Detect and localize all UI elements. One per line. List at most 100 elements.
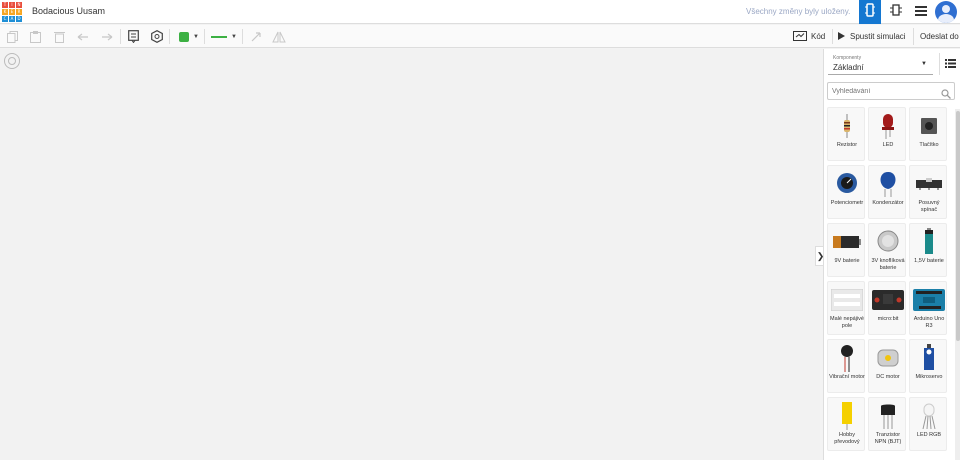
- wire-type-dropdown[interactable]: ▼: [209, 28, 239, 45]
- breadboard-icon: [828, 286, 866, 314]
- toolbar-separator: [242, 29, 243, 44]
- component-label: micro:bit: [877, 316, 899, 322]
- capacitor-icon: [869, 170, 907, 198]
- rotate-button[interactable]: [249, 28, 263, 45]
- component-label: Vibrační motor: [829, 374, 865, 380]
- component-category-caption: Komponenty: [833, 55, 862, 61]
- code-button[interactable]: Kód: [793, 28, 825, 45]
- chevron-down-icon: ▼: [193, 33, 199, 40]
- component-card-slide-switch[interactable]: Posuvný spínač: [909, 165, 947, 219]
- coin-battery-icon: [869, 228, 907, 256]
- flip-icon: [272, 31, 286, 43]
- logo-letter: E: [9, 9, 15, 15]
- component-card-potentiometer[interactable]: Potenciometr: [827, 165, 865, 219]
- component-card-npn-transistor[interactable]: Tranzistor NPN (BJT): [868, 397, 906, 451]
- component-list-button[interactable]: [910, 0, 932, 24]
- note-icon: [127, 30, 139, 43]
- user-avatar[interactable]: [935, 1, 957, 23]
- component-card-battery-aa[interactable]: 1,5V baterie: [909, 223, 947, 277]
- component-grid: Rezistor LED Tlačítko Potenciometr Kondenzát…: [827, 107, 951, 451]
- toolbar-separator: [204, 29, 205, 44]
- redo-icon: [101, 33, 113, 41]
- component-label: Tranzistor NPN (BJT): [874, 432, 902, 445]
- battery-aa-icon: [910, 228, 948, 256]
- component-card-arduino[interactable]: Arduino Uno R3: [909, 281, 947, 335]
- copy-button[interactable]: [5, 28, 19, 45]
- tinkercad-logo[interactable]: TIN KER CAD: [2, 2, 22, 22]
- logo-letter: C: [2, 16, 8, 22]
- delete-button[interactable]: [52, 28, 66, 45]
- flip-button[interactable]: [272, 28, 286, 45]
- component-card-dc-motor[interactable]: DC motor: [868, 339, 906, 393]
- top-bar: TIN KER CAD Bodacious Uusam Všechny změny …: [0, 0, 960, 24]
- paste-icon: [29, 30, 41, 43]
- component-card-microbit[interactable]: micro:bit: [868, 281, 906, 335]
- component-label: Kondenzátor: [872, 200, 904, 206]
- copy-icon: [6, 30, 18, 43]
- component-label: Arduino Uno R3: [913, 316, 945, 329]
- project-title[interactable]: Bodacious Uusam: [32, 6, 105, 16]
- undo-icon: [77, 33, 89, 41]
- component-card-rgb-led[interactable]: LED RGB: [909, 397, 947, 451]
- list-view-button[interactable]: [939, 53, 960, 75]
- search-input[interactable]: [832, 85, 932, 98]
- undo-button[interactable]: [76, 28, 90, 45]
- code-label: Kód: [811, 32, 826, 41]
- component-card-micro-servo[interactable]: Mikroservo: [909, 339, 947, 393]
- note-button[interactable]: [126, 28, 140, 45]
- circuit-view-button[interactable]: [859, 0, 881, 24]
- wire-color-swatch: [179, 31, 190, 42]
- workplane-canvas[interactable]: [0, 49, 820, 460]
- circuit-view-icon: [865, 2, 875, 22]
- notes-visibility-icon: [151, 30, 163, 43]
- toolbar-separator: [832, 29, 833, 44]
- component-label: Tlačítko: [919, 142, 939, 148]
- toolbar-separator: [120, 29, 121, 44]
- component-label: Posuvný spínač: [918, 200, 940, 213]
- npn-transistor-icon: [869, 402, 907, 430]
- fit-view-icon[interactable]: [4, 53, 20, 69]
- wire-color-dropdown[interactable]: ▼: [176, 28, 202, 45]
- component-category-select[interactable]: Komponenty Základní ▼: [828, 53, 933, 75]
- panel-scrollbar[interactable]: [955, 109, 960, 460]
- toolbar-separator: [169, 29, 170, 44]
- rotate-icon: [250, 31, 262, 43]
- component-label: Rezistor: [836, 142, 858, 148]
- schematic-view-button[interactable]: [885, 0, 907, 24]
- start-simulation-button[interactable]: Spustit simulaci: [838, 28, 906, 45]
- export-label: Odeslat do: [920, 32, 959, 41]
- component-card-coin-battery[interactable]: 3V knoflíková baterie: [868, 223, 906, 277]
- component-label: 1,5V baterie: [914, 258, 944, 264]
- component-card-led[interactable]: LED: [868, 107, 906, 161]
- play-icon: [838, 31, 845, 42]
- redo-button[interactable]: [100, 28, 114, 45]
- component-card-battery-9v[interactable]: 9V baterie: [827, 223, 865, 277]
- battery-9v-icon: [828, 228, 866, 256]
- paste-button[interactable]: [28, 28, 42, 45]
- slide-switch-icon: [910, 170, 948, 198]
- component-label: Mikroservo: [915, 374, 943, 380]
- rgb-led-icon: [910, 402, 948, 430]
- notes-visibility-button[interactable]: [150, 28, 164, 45]
- component-card-vibration-motor[interactable]: Vibrační motor: [827, 339, 865, 393]
- logo-letter: A: [9, 16, 15, 22]
- logo-letter: I: [9, 2, 15, 8]
- component-card-hobby-gearmotor[interactable]: Hobby převodový: [827, 397, 865, 451]
- chevron-down-icon: ▼: [231, 33, 237, 40]
- export-button[interactable]: Odeslat do: [913, 28, 959, 45]
- components-panel: Komponenty Základní ▼ Rezistor LED Tlačítk…: [823, 49, 960, 460]
- component-list-icon: [915, 3, 927, 21]
- component-card-breadboard[interactable]: Malé nepájivé pole: [827, 281, 865, 335]
- component-label: Potenciometr: [830, 200, 864, 206]
- component-search[interactable]: [827, 82, 955, 100]
- scrollbar-thumb[interactable]: [956, 111, 960, 341]
- delete-icon: [53, 31, 65, 43]
- component-card-capacitor[interactable]: Kondenzátor: [868, 165, 906, 219]
- component-card-resistor[interactable]: Rezistor: [827, 107, 865, 161]
- logo-letter: K: [2, 9, 8, 15]
- microbit-icon: [869, 286, 907, 314]
- component-category-value: Základní: [833, 63, 864, 72]
- component-card-pushbutton[interactable]: Tlačítko: [909, 107, 947, 161]
- list-view-icon: [945, 55, 956, 73]
- logo-letter: T: [2, 2, 8, 8]
